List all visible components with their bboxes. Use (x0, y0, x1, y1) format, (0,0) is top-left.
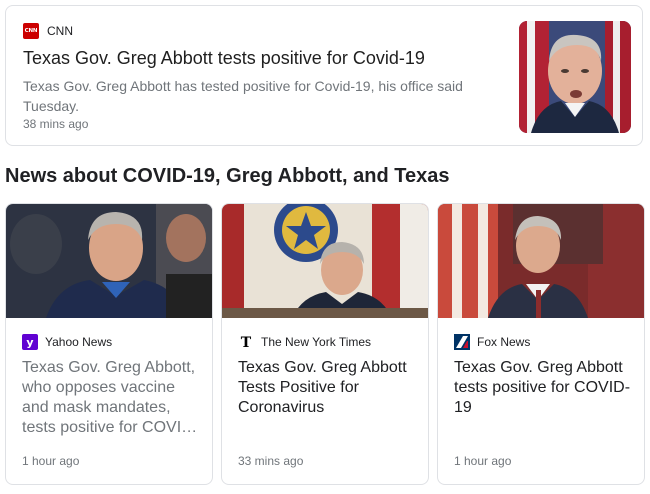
top-story-source: CNN CNN (23, 23, 73, 39)
top-story-snippet: Texas Gov. Greg Abbott has tested positi… (23, 78, 463, 114)
news-card-thumbnail[interactable] (6, 204, 212, 318)
svg-text:y: y (26, 336, 33, 349)
section-heading: News about COVID-19, Greg Abbott, and Te… (5, 165, 450, 187)
news-card-fox[interactable]: Fox News Texas Gov. Greg Abbott tests po… (437, 203, 645, 485)
source-name: The New York Times (261, 335, 372, 349)
nyt-icon: T (238, 334, 254, 350)
news-card-source: y Yahoo News (22, 334, 112, 350)
news-card-thumbnail[interactable] (222, 204, 428, 318)
news-card-timestamp: 1 hour ago (22, 454, 80, 468)
top-story-card[interactable]: CNN CNN Texas Gov. Greg Abbott tests pos… (5, 5, 643, 146)
news-card-headline[interactable]: Texas Gov. Greg Abbott Tests Positive fo… (238, 358, 416, 418)
cnn-logo-icon: CNN (23, 23, 39, 39)
news-card-timestamp: 33 mins ago (238, 454, 304, 468)
svg-text:T: T (241, 335, 252, 350)
news-card-source: Fox News (454, 334, 530, 350)
news-card-timestamp: 1 hour ago (454, 454, 512, 468)
source-name: CNN (47, 24, 73, 38)
news-card-thumbnail[interactable] (438, 204, 644, 318)
top-story-thumbnail[interactable] (519, 21, 631, 133)
news-card-yahoo[interactable]: y Yahoo News Texas Gov. Greg Abbott, who… (5, 203, 213, 485)
source-name: Fox News (477, 335, 531, 349)
source-name: Yahoo News (45, 335, 113, 349)
news-card-source: T The New York Times (238, 334, 371, 350)
top-story-timestamp: 38 mins ago (23, 117, 89, 131)
news-card-headline[interactable]: Texas Gov. Greg Abbott tests positive fo… (454, 358, 632, 418)
news-card-nyt[interactable]: T The New York Times Texas Gov. Greg Abb… (221, 203, 429, 485)
fox-news-icon (454, 334, 470, 350)
news-card-headline[interactable]: Texas Gov. Greg Abbott, who opposes vacc… (22, 358, 200, 438)
top-story-headline[interactable]: Texas Gov. Greg Abbott tests positive fo… (23, 46, 503, 70)
yahoo-icon: y (22, 334, 38, 350)
